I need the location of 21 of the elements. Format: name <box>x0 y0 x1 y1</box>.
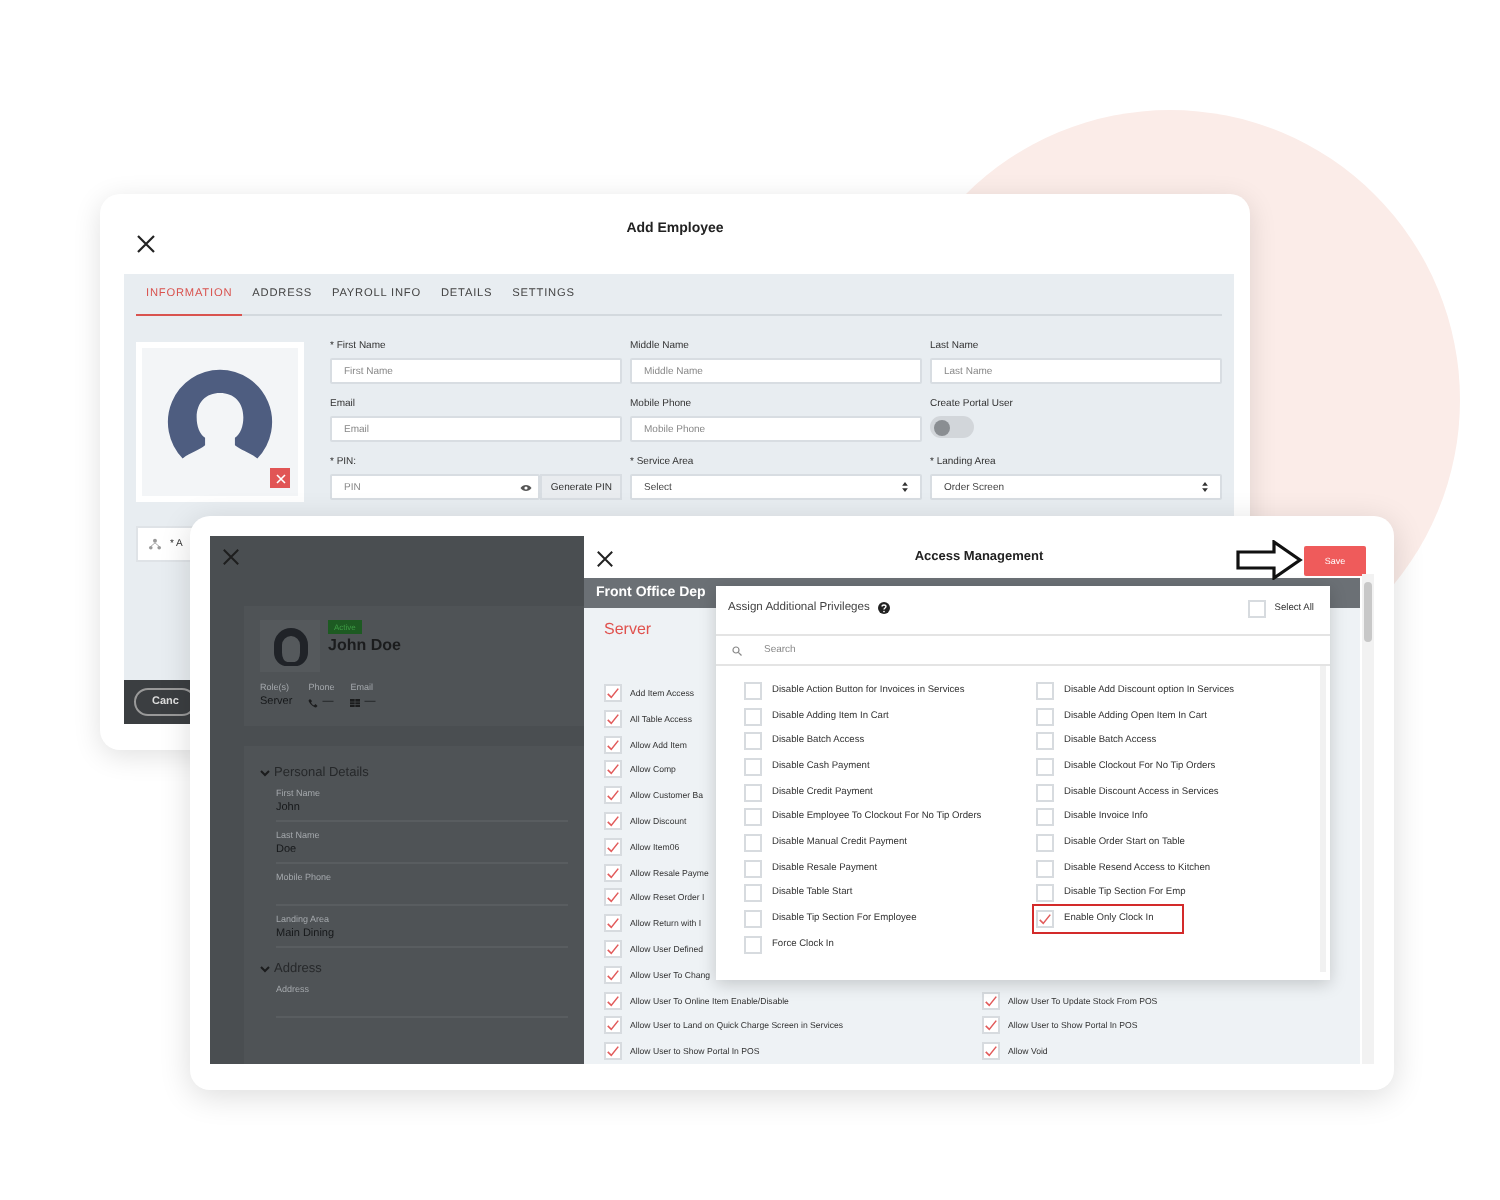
eye-icon[interactable] <box>520 483 533 491</box>
checkbox[interactable] <box>982 991 1000 1009</box>
close-icon[interactable] <box>136 234 156 254</box>
toggle-switch[interactable] <box>930 416 974 438</box>
employee-name: John Doe <box>328 636 401 654</box>
close-icon <box>275 473 285 483</box>
help-icon[interactable] <box>877 602 890 614</box>
chevron-down-icon[interactable] <box>260 964 270 974</box>
remove-photo-button[interactable] <box>270 468 290 488</box>
chevron-down-icon[interactable] <box>260 768 270 778</box>
avatar-icon <box>260 620 320 672</box>
people-icon <box>148 537 162 551</box>
grid-icon <box>350 697 361 707</box>
sort-caret-icon <box>902 482 908 492</box>
close-icon[interactable] <box>596 550 614 568</box>
role-title: Server <box>604 620 652 643</box>
sort-caret-icon <box>1202 482 1208 492</box>
checkbox[interactable] <box>604 991 622 1009</box>
search-icon <box>732 645 742 655</box>
scrollbar[interactable] <box>1362 574 1374 1064</box>
phone-icon <box>308 697 319 707</box>
